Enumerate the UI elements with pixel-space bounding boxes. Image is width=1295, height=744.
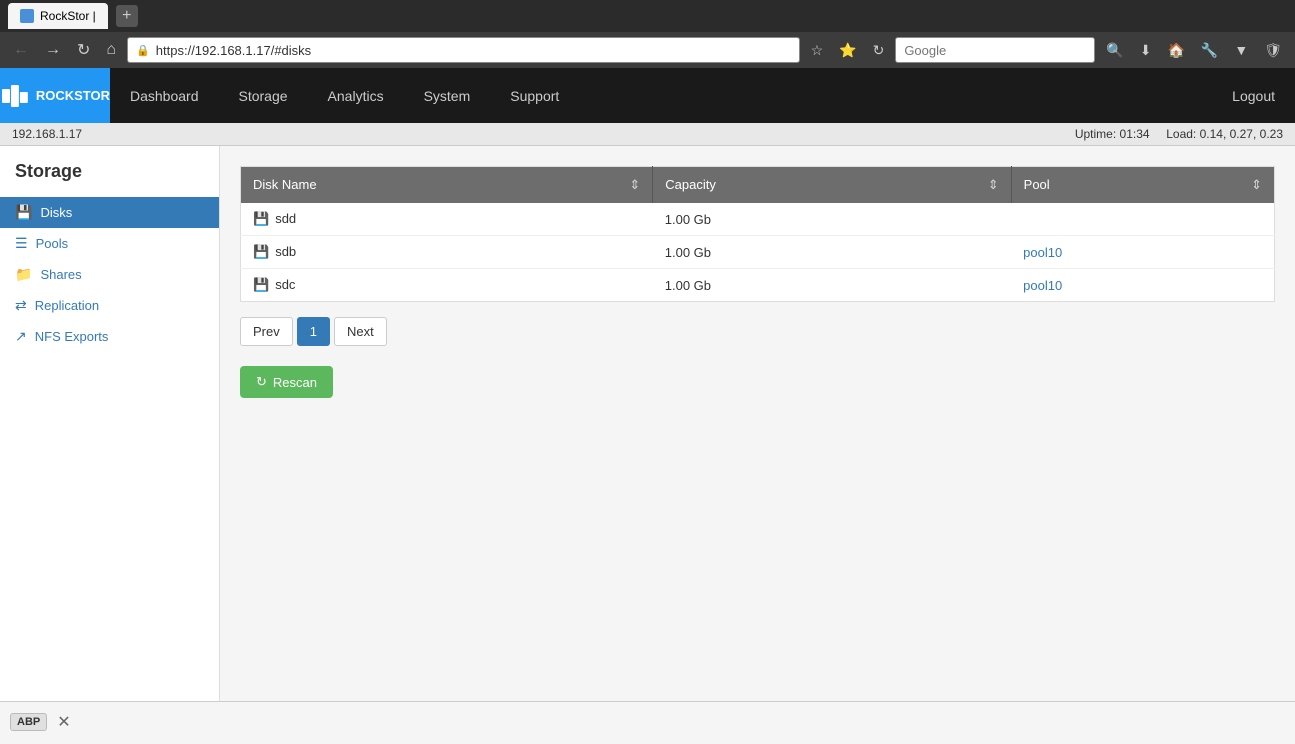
adblock-badge[interactable]: ABP [10,713,47,731]
next-button[interactable]: Next [334,317,387,346]
sidebar-shares-label: Shares [40,267,81,282]
sort-pool-icon[interactable]: ⇕ [1251,177,1262,193]
disk-name-value: sdc [275,277,295,292]
disk-name-cell: 💾 sdc [241,269,653,302]
table-row: 💾 sdc 1.00 Gb pool10 [241,269,1275,302]
logo-text: ROCKSTOR [36,88,110,103]
disk-icon: 💾 [253,211,269,226]
nav-analytics[interactable]: Analytics [308,68,404,123]
col-disk-name[interactable]: Disk Name ⇕ [241,167,653,204]
home-nav-icon[interactable]: 🏠 [1162,40,1189,61]
capacity-cell: 1.00 Gb [653,203,1011,236]
load-label: Load: 0.14, 0.27, 0.23 [1166,127,1283,141]
nfs-icon: ↗ [15,328,27,345]
content-area: Disk Name ⇕ Capacity ⇕ Pool ⇕ 💾 sdd 1.00 G… [220,146,1295,701]
refresh-button[interactable]: ↻ [72,38,95,62]
table-row: 💾 sdd 1.00 Gb [241,203,1275,236]
pool-cell [1011,203,1274,236]
disk-name-value: sdd [275,211,296,226]
browser-toolbar: ← → ↻ ⌂ 🔒 https://192.168.1.17/#disks ☆ … [0,32,1295,68]
star-icon[interactable]: ⭐ [834,40,861,61]
rescan-button[interactable]: ↻ Rescan [240,366,333,398]
nav-system[interactable]: System [404,68,491,123]
logo-icon [0,81,30,111]
pool-cell: pool10 [1011,236,1274,269]
sort-disk-name-icon[interactable]: ⇕ [629,177,640,193]
shares-icon: 📁 [15,266,32,283]
browser-titlebar: RockStor | + [0,0,1295,32]
browser-tab[interactable]: RockStor | [8,3,108,29]
tools-icon[interactable]: 🔧 [1196,40,1223,61]
disk-name-cell: 💾 sdd [241,203,653,236]
capacity-cell: 1.00 Gb [653,269,1011,302]
menu-icon[interactable]: ▼ [1229,40,1253,60]
main-container: Storage 💾 Disks ☰ Pools 📁 Shares ⇄ Repli… [0,146,1295,701]
tab-title: RockStor | [40,9,96,23]
new-tab-button[interactable]: + [116,5,138,27]
sidebar-item-pools[interactable]: ☰ Pools [0,228,219,259]
download-icon[interactable]: ⬇ [1135,40,1157,61]
lock-icon: 🔒 [136,44,150,57]
disk-icon: 💾 [253,277,269,292]
prev-button[interactable]: Prev [240,317,293,346]
disk-name-cell: 💾 sdb [241,236,653,269]
pools-icon: ☰ [15,235,28,252]
disk-icon: 💾 [15,204,32,221]
close-bottom-button[interactable]: ✕ [57,712,70,732]
refresh-icon[interactable]: ↻ [868,40,890,61]
sidebar-item-nfs-exports[interactable]: ↗ NFS Exports [0,321,219,352]
tab-favicon [20,9,34,23]
rescan-icon: ↻ [256,374,267,390]
logout-button[interactable]: Logout [1212,88,1295,104]
table-header-row: Disk Name ⇕ Capacity ⇕ Pool ⇕ [241,167,1275,204]
pool-cell: pool10 [1011,269,1274,302]
sidebar: Storage 💾 Disks ☰ Pools 📁 Shares ⇄ Repli… [0,146,220,701]
shield-icon[interactable]: 🛡 [1259,40,1287,61]
sidebar-title: Storage [0,161,219,197]
col-pool[interactable]: Pool ⇕ [1011,167,1274,204]
nav-dashboard[interactable]: Dashboard [110,68,219,123]
pool-link[interactable]: pool10 [1023,278,1062,293]
disk-icon: 💾 [253,244,269,259]
search-icon[interactable]: 🔍 [1101,40,1128,61]
sidebar-nfs-label: NFS Exports [35,329,109,344]
table-row: 💾 sdb 1.00 Gb pool10 [241,236,1275,269]
sidebar-item-replication[interactable]: ⇄ Replication [0,290,219,321]
home-button[interactable]: ⌂ [101,39,121,61]
forward-button[interactable]: → [40,39,66,61]
sidebar-replication-label: Replication [35,298,99,313]
pagination: Prev 1 Next [240,317,1275,346]
nav-support[interactable]: Support [490,68,579,123]
pool-link[interactable]: pool10 [1023,245,1062,260]
capacity-cell: 1.00 Gb [653,236,1011,269]
disk-name-value: sdb [275,244,296,259]
app-logo[interactable]: ROCKSTOR [0,68,110,123]
nav-storage[interactable]: Storage [219,68,308,123]
col-capacity[interactable]: Capacity ⇕ [653,167,1011,204]
rescan-label: Rescan [273,375,317,390]
disks-table: Disk Name ⇕ Capacity ⇕ Pool ⇕ 💾 sdd 1.00 G… [240,166,1275,302]
status-bar: 192.168.1.17 Uptime: 01:34 Load: 0.14, 0… [0,123,1295,146]
bookmark-icon[interactable]: ☆ [806,40,829,61]
address-bar[interactable]: 🔒 https://192.168.1.17/#disks [127,37,800,63]
app-header: ROCKSTOR Dashboard Storage Analytics Sys… [0,68,1295,123]
sidebar-disks-label: Disks [40,205,72,220]
search-input[interactable] [895,37,1095,63]
ip-address: 192.168.1.17 [12,127,82,141]
replication-icon: ⇄ [15,297,27,314]
sidebar-pools-label: Pools [36,236,69,251]
uptime-label: Uptime: 01:34 [1075,127,1150,141]
bottom-bar: ABP ✕ [0,701,1295,741]
sidebar-item-disks[interactable]: 💾 Disks [0,197,219,228]
sort-capacity-icon[interactable]: ⇕ [988,177,999,193]
main-nav: Dashboard Storage Analytics System Suppo… [110,68,1295,123]
sidebar-item-shares[interactable]: 📁 Shares [0,259,219,290]
page-1-button[interactable]: 1 [297,317,330,346]
url-text: https://192.168.1.17/#disks [156,43,311,58]
uptime-load: Uptime: 01:34 Load: 0.14, 0.27, 0.23 [1075,127,1283,141]
back-button[interactable]: ← [8,39,34,61]
